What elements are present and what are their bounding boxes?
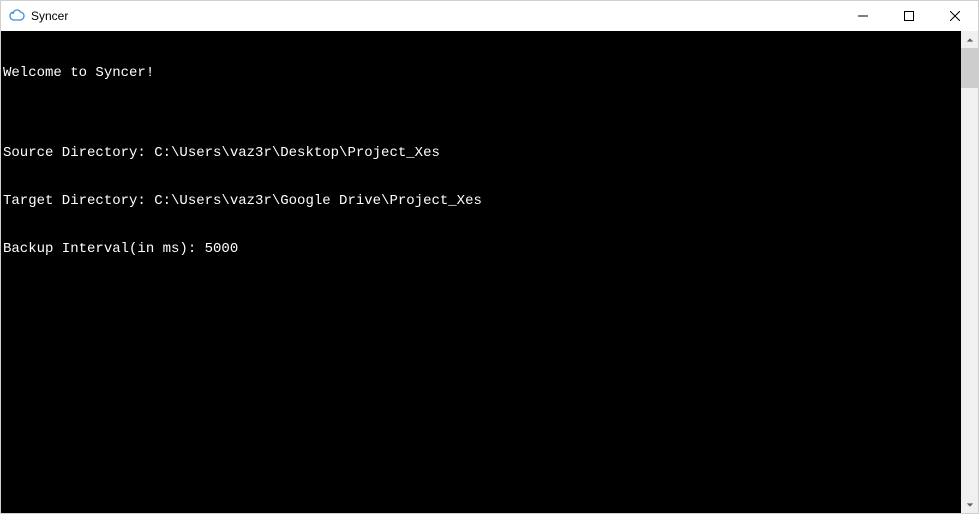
window-title: Syncer [31,9,840,23]
close-button[interactable] [932,1,978,31]
minimize-button[interactable] [840,1,886,31]
window-controls [840,1,978,31]
console-line: Source Directory: C:\Users\vaz3r\Desktop… [3,145,961,161]
app-icon [9,8,25,24]
console-line: Target Directory: C:\Users\vaz3r\Google … [3,193,961,209]
vertical-scrollbar[interactable] [961,31,978,513]
scroll-down-button[interactable] [961,496,978,513]
maximize-button[interactable] [886,1,932,31]
titlebar[interactable]: Syncer [1,1,978,31]
content-area: Welcome to Syncer! Source Directory: C:\… [1,31,978,513]
scroll-track[interactable] [961,48,978,496]
scroll-up-button[interactable] [961,31,978,48]
app-window: Syncer Welcome to Syncer! Source Directo… [0,0,979,514]
console-line: Backup Interval(in ms): 5000 [3,241,961,257]
console-output[interactable]: Welcome to Syncer! Source Directory: C:\… [1,31,961,513]
scroll-thumb[interactable] [961,48,978,88]
console-line: Welcome to Syncer! [3,65,961,81]
